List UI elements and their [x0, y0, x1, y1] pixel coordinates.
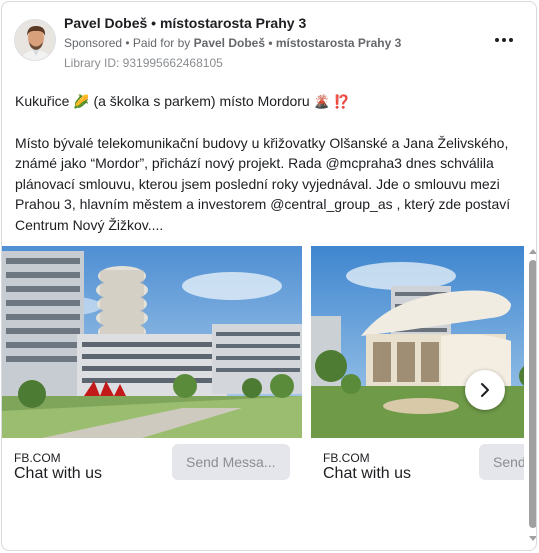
exclamation-question-icon: ⁉️ — [333, 94, 350, 109]
link-source[interactable]: FB.COM — [14, 451, 61, 465]
building-image-2[interactable] — [311, 246, 524, 438]
send-message-button[interactable]: Send Messa... — [479, 444, 524, 480]
corn-icon: 🌽 — [73, 94, 90, 109]
chevron-right-icon — [481, 383, 489, 397]
post-paragraph: Místo bývalé telekomunikační budovy u kř… — [15, 134, 511, 233]
carousel-next-button[interactable] — [465, 370, 505, 410]
sponsored-line: Sponsored • Paid for by Pavel Dobeš • mí… — [64, 36, 401, 50]
vertical-scrollbar[interactable] — [528, 246, 537, 544]
scroll-up-arrow-icon[interactable] — [529, 248, 537, 256]
send-message-button[interactable]: Send Messa... — [172, 444, 290, 480]
volcano-icon: 🌋 — [313, 94, 330, 109]
link-title[interactable]: Chat with us — [323, 465, 411, 483]
scrollbar-thumb[interactable] — [529, 260, 536, 528]
advertiser-name[interactable]: Pavel Dobeš • místostarosta Prahy 3 — [64, 15, 306, 31]
ad-card: Pavel Dobeš • místostarosta Prahy 3 Spon… — [1, 1, 537, 551]
carousel-slide-1[interactable]: FB.COM Chat with us Send Messa... — [2, 246, 302, 546]
post-body: Kukuřice 🌽 (a školka s parkem) místo Mor… — [15, 91, 525, 255]
link-title[interactable]: Chat with us — [14, 465, 102, 483]
building-image-1[interactable] — [2, 246, 302, 438]
more-options-button[interactable] — [492, 31, 516, 49]
link-source[interactable]: FB.COM — [323, 451, 370, 465]
headline-part-1: Kukuřice — [15, 93, 70, 109]
paid-for-name[interactable]: Pavel Dobeš • místostarosta Prahy 3 — [194, 36, 402, 50]
headline-part-2: (a školka s parkem) místo Mordoru — [93, 93, 310, 109]
scroll-down-arrow-icon[interactable] — [529, 534, 537, 542]
library-id: Library ID: 931995662468105 — [64, 56, 223, 70]
sponsored-label: Sponsored — [64, 36, 123, 50]
paid-for-label: • Paid for by — [125, 36, 191, 50]
ad-carousel: FB.COM Chat with us Send Messa... FB.COM… — [2, 246, 524, 546]
post-headline: Kukuřice 🌽 (a školka s parkem) místo Mor… — [15, 91, 525, 113]
more-horizontal-icon — [495, 38, 499, 42]
avatar[interactable] — [14, 19, 56, 61]
